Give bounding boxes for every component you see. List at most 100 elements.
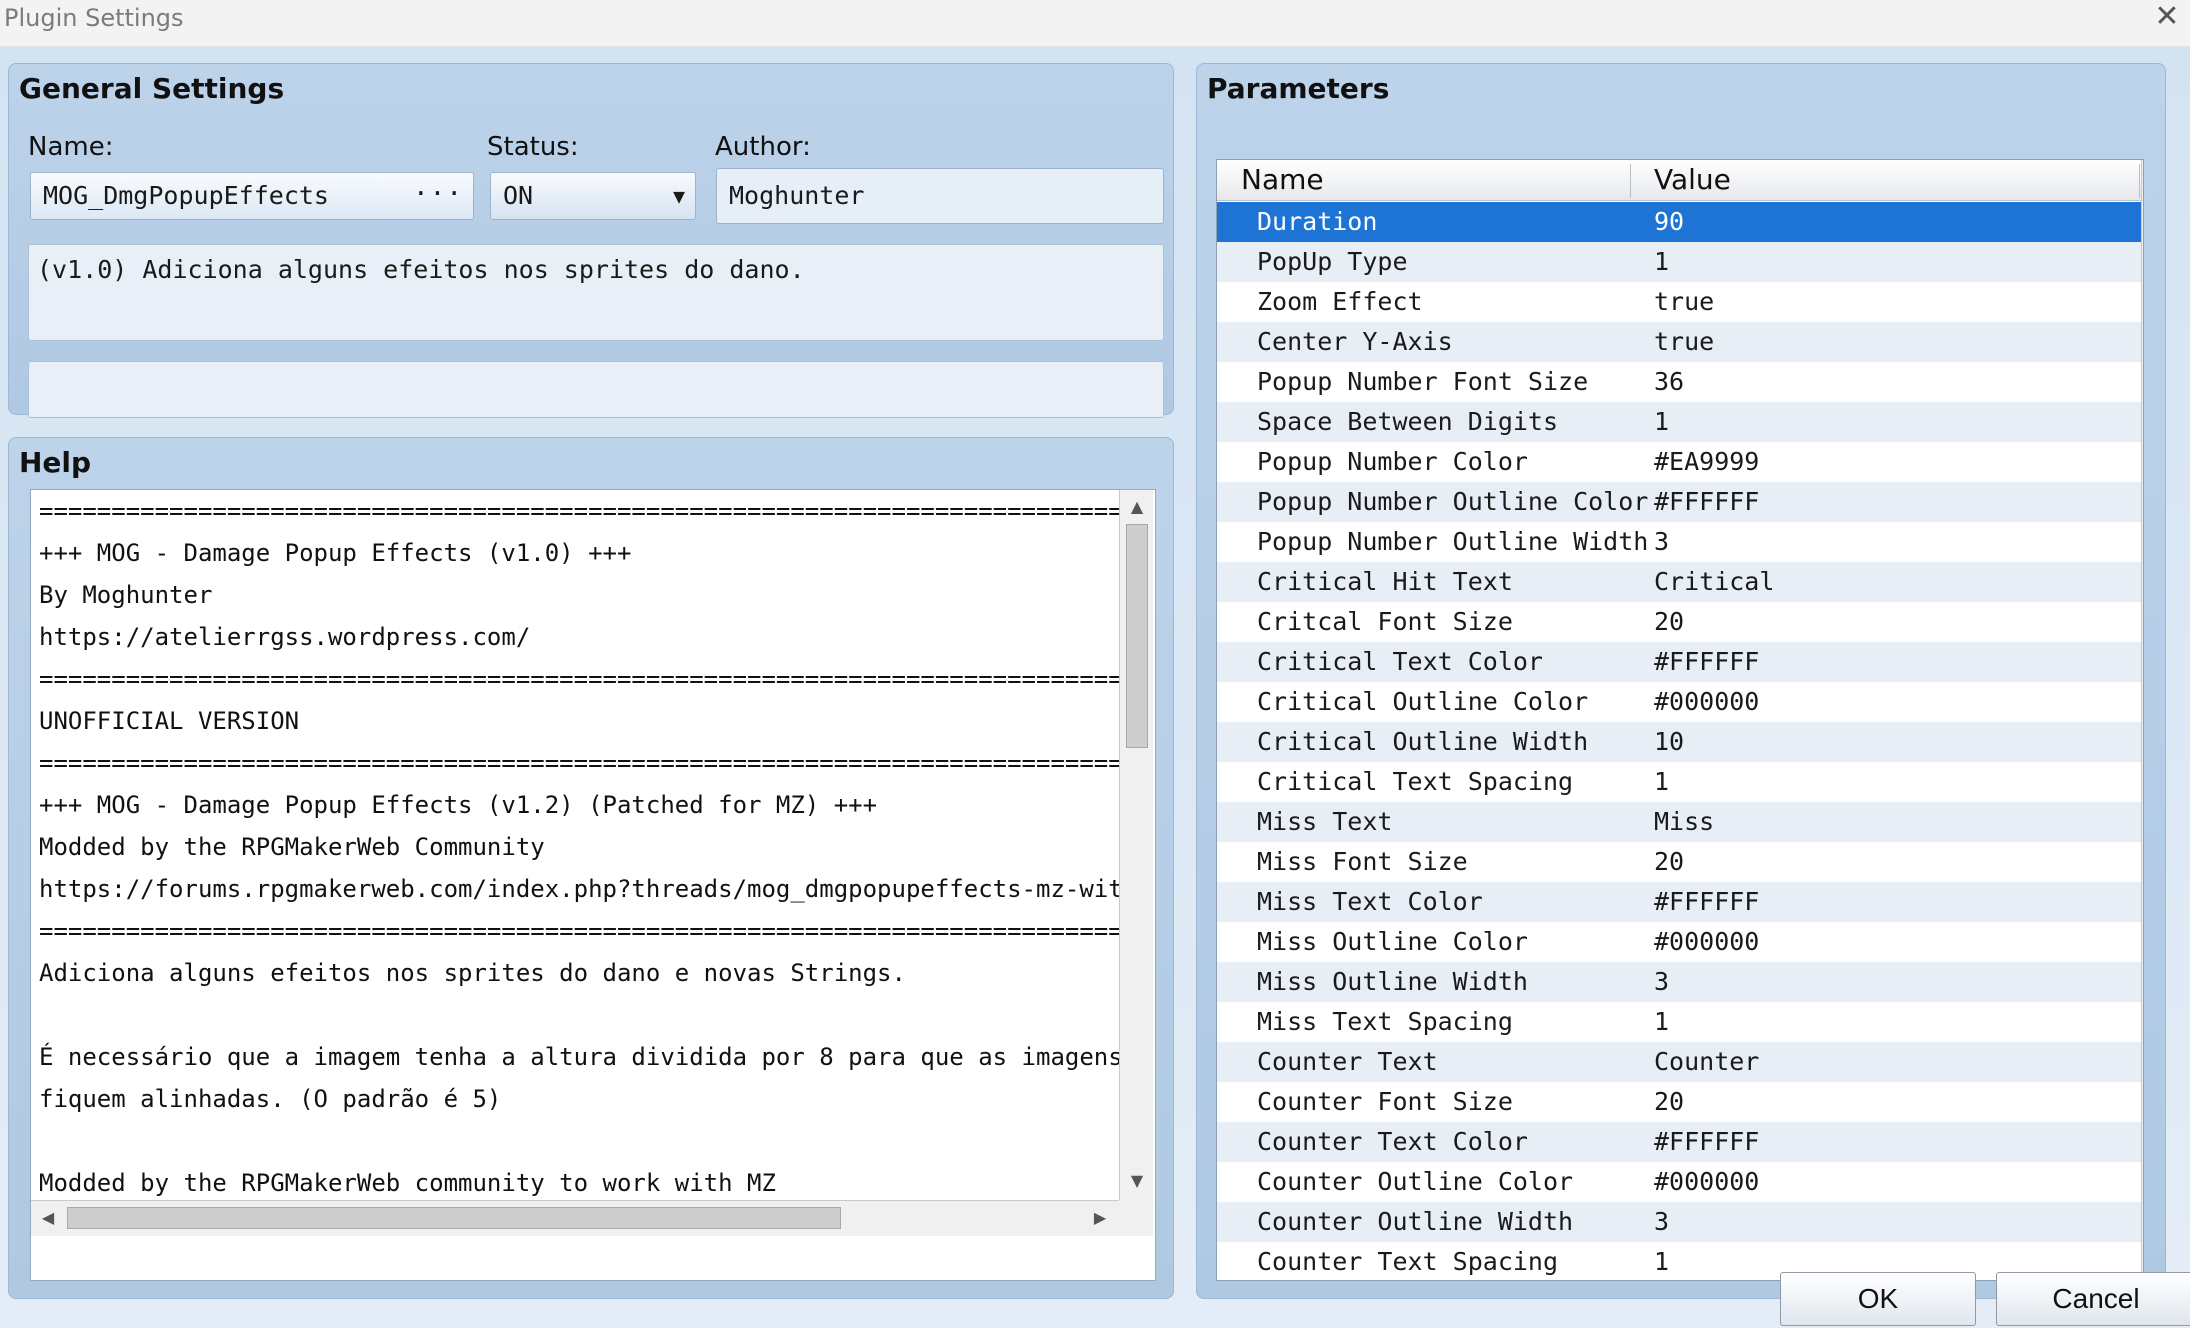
table-row[interactable]: Miss Text Spacing 1 [1217,1002,2141,1042]
param-name: Counter Text Color [1257,1127,1528,1156]
param-name: Critical Outline Color [1257,687,1589,716]
help-text: ========================================… [39,497,1119,1197]
param-value: 3 [1654,1207,1670,1236]
table-row[interactable]: Miss Text Miss [1217,802,2141,842]
ok-button[interactable]: OK [1780,1272,1976,1326]
table-row[interactable]: Critical Text Color #FFFFFF [1217,642,2141,682]
param-name: Space Between Digits [1257,407,1559,436]
scroll-right-icon[interactable]: ▶ [1085,1203,1115,1233]
status-dropdown[interactable]: ON ▼ [490,172,696,220]
param-value: 1 [1654,247,1670,276]
param-value: Miss [1654,807,1715,836]
help-title: Help [19,446,92,479]
param-name: Miss Text Color [1257,887,1483,916]
extra-field [28,361,1164,418]
close-icon[interactable]: ✕ [2144,0,2190,36]
param-name: Critical Hit Text [1257,567,1513,596]
param-name: Center Y-Axis [1257,327,1453,356]
scrollbar-corner [1119,1200,1153,1236]
table-row[interactable]: Popup Number Outline Width 3 [1217,522,2141,562]
table-row[interactable]: Counter Text Color #FFFFFF [1217,1122,2141,1162]
param-name: Critical Outline Width [1257,727,1589,756]
scroll-up-icon[interactable]: ▲ [2142,162,2143,192]
description-field: (v1.0) Adiciona alguns efeitos nos sprit… [28,244,1164,341]
parameters-rows: Duration 90 PopUp Type 1 Zoom Effect true Cent… [1217,202,2141,1280]
param-value: 10 [1654,727,1685,756]
param-name: Counter Outline Color [1257,1167,1574,1196]
table-row[interactable]: Popup Number Font Size 36 [1217,362,2141,402]
table-row[interactable]: Miss Outline Color #000000 [1217,922,2141,962]
param-value: #FFFFFF [1654,1127,1760,1156]
table-row[interactable]: Counter Font Size 20 [1217,1082,2141,1122]
table-row[interactable]: Critical Outline Width 10 [1217,722,2141,762]
param-value: 1 [1654,1007,1670,1036]
param-name: Zoom Effect [1257,287,1423,316]
param-name: Miss Outline Width [1257,967,1528,996]
column-divider [2139,164,2140,198]
table-row[interactable]: Duration 90 [1217,202,2141,242]
table-row[interactable]: Critical Text Spacing 1 [1217,762,2141,802]
table-row[interactable]: Miss Font Size 20 [1217,842,2141,882]
table-row[interactable]: Critical Outline Color #000000 [1217,682,2141,722]
scroll-up-icon[interactable]: ▲ [1122,492,1152,522]
table-row[interactable]: Counter Outline Width 3 [1217,1202,2141,1242]
table-row[interactable]: Popup Number Outline Color #FFFFFF [1217,482,2141,522]
param-name: Counter Text Spacing [1257,1247,1559,1276]
name-value: MOG_DmgPopupEffects [43,181,329,210]
table-row[interactable]: Miss Text Color #FFFFFF [1217,882,2141,922]
parameters-table[interactable]: Name Value Duration 90 PopUp Type 1 Zoom Eff… [1216,159,2144,1281]
cancel-button[interactable]: Cancel [1996,1272,2190,1326]
param-name: Popup Number Outline Color [1257,487,1649,516]
param-name: Miss Font Size [1257,847,1468,876]
author-field: Moghunter [716,168,1164,224]
param-value: 3 [1654,527,1670,556]
table-row[interactable]: PopUp Type 1 [1217,242,2141,282]
table-row[interactable]: Miss Outline Width 3 [1217,962,2141,1002]
param-value: 90 [1654,207,1685,236]
help-textbox[interactable]: ========================================… [30,489,1156,1281]
table-row[interactable]: Center Y-Axis true [1217,322,2141,362]
table-row[interactable]: Critical Hit Text Critical [1217,562,2141,602]
param-value: 20 [1654,607,1685,636]
param-name: Popup Number Color [1257,447,1528,476]
param-name: Miss Outline Color [1257,927,1528,956]
table-row[interactable]: Counter Text Counter [1217,1042,2141,1082]
param-value: #EA9999 [1654,447,1760,476]
param-value: 20 [1654,1087,1685,1116]
param-value: #000000 [1654,927,1760,956]
param-value: 1 [1654,1247,1670,1276]
name-label: Name: [28,132,114,162]
table-row[interactable]: Zoom Effect true [1217,282,2141,322]
parameters-title: Parameters [1207,72,1390,105]
table-row[interactable]: Space Between Digits 1 [1217,402,2141,442]
dialog-body: General Settings Name: MOG_DmgPopupEffec… [0,47,2190,1328]
scroll-down-icon[interactable]: ▼ [1122,1166,1152,1196]
param-name: Duration [1257,207,1378,236]
help-horizontal-scrollbar[interactable]: ◀ ▶ [31,1200,1119,1236]
table-row[interactable]: Popup Number Color #EA9999 [1217,442,2141,482]
column-header-name[interactable]: Name [1241,160,1324,200]
param-value: 3 [1654,967,1670,996]
help-vertical-scrollbar[interactable]: ▲ ▼ [1119,490,1153,1200]
params-vertical-scrollbar[interactable]: ▲ ▼ [2141,160,2143,1280]
status-value: ON [503,181,534,210]
help-scroll-thumb[interactable] [1126,524,1148,748]
general-settings-title: General Settings [19,72,285,105]
param-value: #000000 [1654,687,1760,716]
param-name: Critical Text Spacing [1257,767,1574,796]
param-name: Miss Text [1257,807,1393,836]
scroll-left-icon[interactable]: ◀ [33,1203,63,1233]
column-header-value[interactable]: Value [1654,160,1731,200]
author-value: Moghunter [729,181,865,210]
column-divider[interactable] [1630,164,1631,198]
help-hscroll-thumb[interactable] [67,1207,841,1229]
table-row[interactable]: Critcal Font Size 20 [1217,602,2141,642]
param-value: Counter [1654,1047,1760,1076]
table-row[interactable]: Counter Outline Color #000000 [1217,1162,2141,1202]
browse-button[interactable]: ··· [413,171,463,217]
param-name: Counter Font Size [1257,1087,1513,1116]
name-field[interactable]: MOG_DmgPopupEffects ··· [30,172,474,220]
param-name: Counter Outline Width [1257,1207,1574,1236]
param-name: Counter Text [1257,1047,1438,1076]
general-settings-group: General Settings Name: MOG_DmgPopupEffec… [8,63,1174,418]
